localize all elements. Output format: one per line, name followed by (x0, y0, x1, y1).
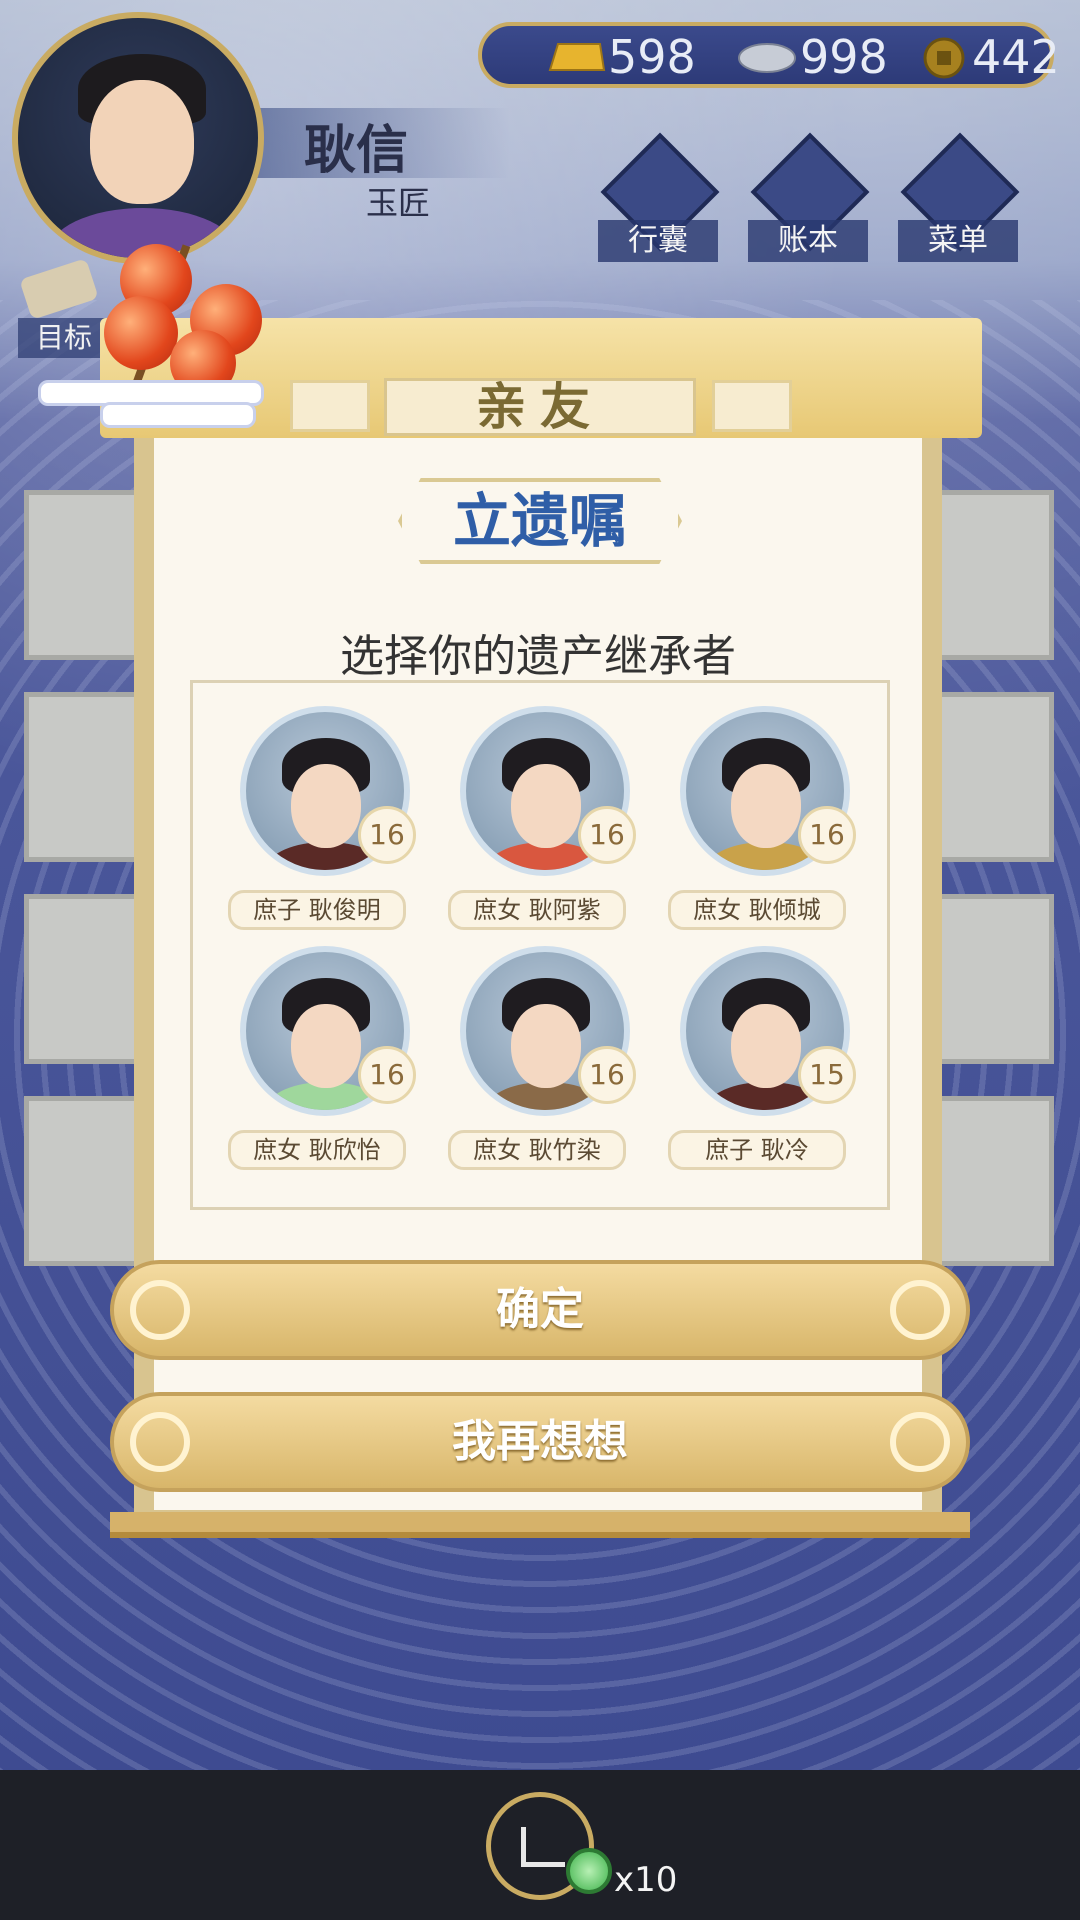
heir-age-badge: 15 (798, 1046, 856, 1104)
coin-amount: 442 (972, 30, 1060, 84)
location-tile[interactable] (24, 1096, 142, 1266)
heir-name: 庶女 耿欣怡 (228, 1130, 406, 1170)
ledger-label: 账本 (748, 220, 868, 262)
heir-face (511, 764, 581, 848)
jade-count: x10 (614, 1860, 678, 1900)
location-tile[interactable] (24, 490, 142, 660)
coin-icon (923, 37, 965, 79)
heir-age-badge: 16 (578, 1046, 636, 1104)
player-title: 玉匠 (366, 184, 431, 222)
player-name: 耿信 (304, 121, 409, 181)
heir-name: 庶女 耿竹染 (448, 1130, 626, 1170)
location-tile[interactable] (24, 894, 142, 1064)
cloud-decoration (100, 402, 256, 428)
share-icon (521, 1827, 565, 1867)
heir-card[interactable]: 16 庶女 耿竹染 (448, 946, 638, 1186)
avatar-face (90, 80, 194, 204)
dialog-tab-title: 亲友 (384, 378, 696, 436)
menu-label: 菜单 (898, 220, 1018, 262)
bag-button[interactable]: 行囊 (598, 132, 720, 262)
goal-button[interactable]: 目标 (18, 318, 110, 358)
silver-amount: 998 (800, 30, 888, 84)
heir-name: 庶女 耿阿紫 (448, 890, 626, 930)
heir-name: 庶子 耿冷 (668, 1130, 846, 1170)
location-tile[interactable] (936, 692, 1054, 862)
heir-face (731, 764, 801, 848)
confirm-label: 确定 (496, 1284, 584, 1335)
gold-ingot-icon (548, 43, 606, 71)
heir-age-badge: 16 (358, 1046, 416, 1104)
heir-name: 庶子 耿俊明 (228, 890, 406, 930)
dialog-base (110, 1512, 970, 1538)
jade-token-icon (566, 1848, 612, 1894)
heir-face (291, 764, 361, 848)
player-avatar[interactable] (12, 12, 264, 264)
heir-age-badge: 16 (798, 806, 856, 864)
heir-face (731, 1004, 801, 1088)
heir-card[interactable]: 16 庶女 耿阿紫 (448, 706, 638, 946)
banner-title: 立遗嘱 (452, 487, 627, 555)
reconsider-button[interactable]: 我再想想 (110, 1392, 970, 1492)
heir-card[interactable]: 16 庶女 耿倾城 (668, 706, 858, 946)
location-tile[interactable] (936, 894, 1054, 1064)
location-tile[interactable] (936, 1096, 1054, 1266)
cloud-curl-icon (130, 1280, 190, 1340)
heir-age-badge: 16 (578, 806, 636, 864)
ledger-button[interactable]: 账本 (748, 132, 870, 262)
menu-button[interactable]: 菜单 (898, 132, 1020, 262)
heir-card[interactable]: 15 庶子 耿冷 (668, 946, 858, 1186)
reconsider-label: 我再想想 (452, 1416, 628, 1467)
confirm-button[interactable]: 确定 (110, 1260, 970, 1360)
heir-name: 庶女 耿倾城 (668, 890, 846, 930)
bag-label: 行囊 (598, 220, 718, 262)
dialog-subtitle: 选择你的遗产继承者 (340, 631, 736, 682)
heir-card[interactable]: 16 庶子 耿俊明 (228, 706, 418, 946)
cloud-curl-icon (130, 1412, 190, 1472)
header-ornament (290, 380, 370, 432)
gold-amount: 598 (608, 30, 696, 84)
header-ornament (712, 380, 792, 432)
cloud-curl-icon (890, 1412, 950, 1472)
heir-age-badge: 16 (358, 806, 416, 864)
heir-face (291, 1004, 361, 1088)
currency-bar: 598 998 442 (478, 22, 1060, 88)
cloud-curl-icon (890, 1280, 950, 1340)
silver-ingot-icon (738, 43, 796, 73)
location-tile[interactable] (24, 692, 142, 862)
heir-card[interactable]: 16 庶女 耿欣怡 (228, 946, 418, 1186)
heir-face (511, 1004, 581, 1088)
hawthorn-fruit-icon (104, 296, 178, 370)
location-tile[interactable] (936, 490, 1054, 660)
